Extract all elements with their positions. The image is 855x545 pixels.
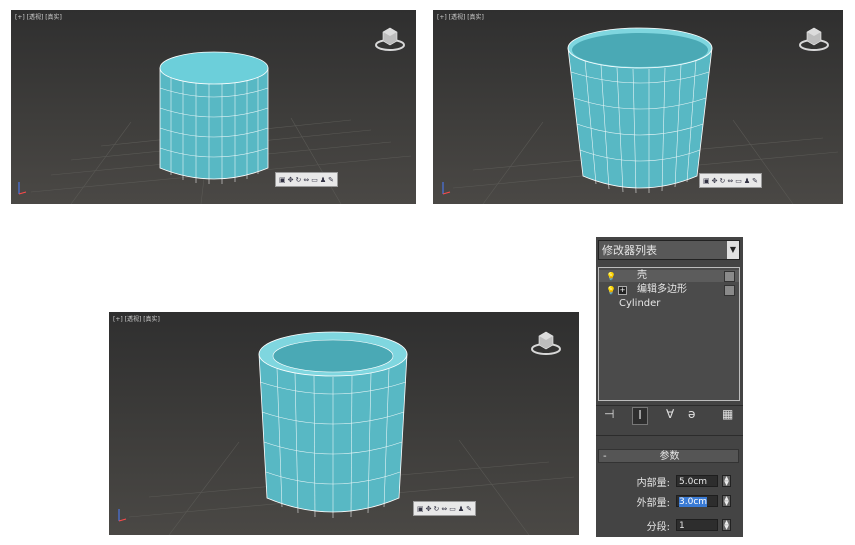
segments-label: 分段: [646,522,670,533]
make-unique-icon[interactable]: ∀ [666,407,674,421]
move-icon[interactable]: ✥ [712,177,718,185]
viewport-toolbar[interactable]: ▣ ✥ ↻ ⇔ ▭ ♟ ✎ [413,501,477,516]
stack-item-label: Cylinder [619,298,661,309]
wrench-icon[interactable]: ✎ [466,505,472,513]
show-end-result-icon[interactable]: Ⅰ [632,407,648,425]
modifier-list-label: 修改器列表 [602,244,657,257]
camera-icon[interactable]: ▭ [735,177,742,185]
cylinder-inner-wall [272,339,394,373]
inner-amount-label: 内部量: [636,478,670,489]
camera-icon[interactable]: ▭ [311,176,318,184]
select-icon[interactable]: ▣ [417,505,424,513]
rotate-icon[interactable]: ↻ [720,177,726,185]
stack-item-shell[interactable]: 💡 壳 [599,270,739,282]
light-icon[interactable]: ♟ [744,177,750,185]
viewport-scene [30,51,412,204]
stack-item-cylinder[interactable]: Cylinder [599,298,739,310]
divider [596,435,743,436]
scale-icon[interactable]: ⇔ [441,505,447,513]
toggle-checkbox[interactable] [724,271,735,282]
viewport-scene [128,331,575,535]
scale-icon[interactable]: ⇔ [727,177,733,185]
stack-item-edit-poly[interactable]: 💡 + 编辑多边形 [599,284,739,296]
outer-amount-input[interactable]: 3.0cm [676,495,718,507]
select-icon[interactable]: ▣ [703,177,710,185]
segments-spinner[interactable]: ▲ ▼ [722,519,731,531]
move-icon[interactable]: ✥ [426,505,432,513]
viewport-toolbar[interactable]: ▣ ✥ ↻ ⇔ ▭ ♟ ✎ [699,173,763,188]
outer-amount-label: 外部量: [636,498,670,509]
rollout-title: 参数 [659,451,680,462]
inner-amount-spinner[interactable]: ▲ ▼ [722,475,731,487]
divider [596,405,743,406]
select-icon[interactable]: ▣ [279,176,286,184]
lightbulb-icon[interactable]: 💡 [606,271,616,283]
viewport-scene [452,27,839,204]
stack-item-label: 壳 [637,270,647,281]
modify-panel: 修改器列表 ▼ 💡 壳 💡 + 编辑多边形 Cylinder ⊣ Ⅰ ∀ ǝ ▦… [596,237,743,537]
viewcube-icon[interactable] [797,24,831,52]
rotate-icon[interactable]: ↻ [434,505,440,513]
viewport-toolbar[interactable]: ▣ ✥ ↻ ⇔ ▭ ♟ ✎ [275,172,339,187]
modifier-stack[interactable]: 💡 壳 💡 + 编辑多边形 Cylinder [598,267,740,401]
viewport-perspective-1[interactable]: [+] [透视] [真实] ▣ ✥ ↻ ⇔ ▭ ♟ ✎ [11,10,416,204]
cylinder-body [159,67,269,180]
parameters-rollout[interactable]: - 参数 [598,449,739,463]
scale-icon[interactable]: ⇔ [303,176,309,184]
move-icon[interactable]: ✥ [288,176,294,184]
outer-amount-spinner[interactable]: ▲ ▼ [722,495,731,507]
expand-plus-icon[interactable]: + [618,286,627,295]
viewcube-icon[interactable] [529,328,563,356]
pin-stack-icon[interactable]: ⊣ [604,407,614,421]
stack-item-label: 编辑多边形 [637,284,687,295]
wrench-icon[interactable]: ✎ [328,176,334,184]
wrench-icon[interactable]: ✎ [752,177,758,185]
cylinder-interior [572,33,708,67]
viewport-perspective-2[interactable]: [+] [透视] [真实] ▣ ✥ ↻ ⇔ ▭ ♟ ✎ [433,10,843,204]
light-icon[interactable]: ♟ [320,176,326,184]
viewport-perspective-3[interactable]: [+] [透视] [真实] ▣ ✥ ↻ ⇔ ▭ ♟ ✎ [109,312,579,535]
axis-gizmo-icon [442,182,451,195]
rotate-icon[interactable]: ↻ [296,176,302,184]
segments-input[interactable]: 1 [676,519,718,531]
cylinder-top-cap [159,51,269,85]
axis-gizmo-icon [18,182,27,195]
remove-modifier-icon[interactable]: ǝ [688,407,695,421]
light-icon[interactable]: ♟ [458,505,464,513]
configure-sets-icon[interactable]: ▦ [722,407,733,421]
axis-gizmo-icon [118,509,127,522]
viewcube-icon[interactable] [373,24,407,52]
camera-icon[interactable]: ▭ [449,505,456,513]
toggle-checkbox[interactable] [724,285,735,296]
modifier-list-dropdown[interactable]: 修改器列表 ▼ [598,240,740,260]
inner-amount-input[interactable]: 5.0cm [676,475,718,487]
chevron-down-icon[interactable]: ▼ [727,241,739,259]
cylinder-body [567,47,713,189]
lightbulb-icon[interactable]: 💡 [606,285,616,297]
